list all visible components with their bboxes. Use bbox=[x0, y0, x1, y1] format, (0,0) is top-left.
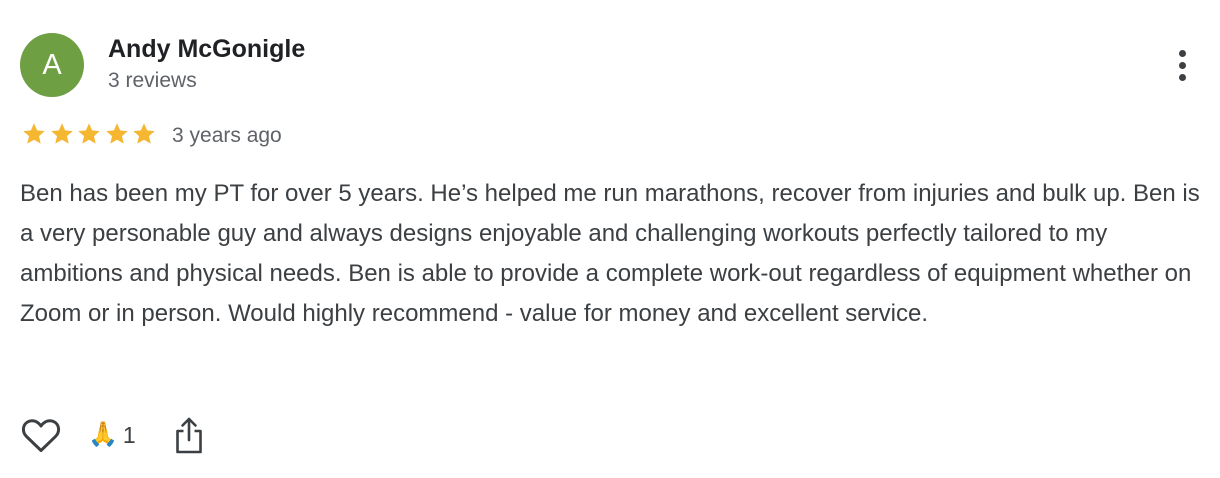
avatar[interactable]: A bbox=[20, 33, 84, 97]
more-vert-icon-dot bbox=[1178, 61, 1186, 69]
review-card: A Andy McGonigle 3 reviews 3 years ago B… bbox=[0, 0, 1220, 478]
review-date: 3 years ago bbox=[172, 124, 282, 147]
more-vert-icon-dot bbox=[1178, 73, 1186, 81]
rating-row: 3 years ago bbox=[20, 121, 420, 149]
star-icon bbox=[23, 123, 45, 144]
reaction-button[interactable]: 🙏 1 bbox=[88, 419, 136, 451]
review-actions: 🙏 1 bbox=[20, 415, 320, 459]
more-options-button[interactable] bbox=[1170, 45, 1194, 85]
author-review-count: 3 reviews bbox=[108, 69, 197, 92]
author-name[interactable]: Andy McGonigle bbox=[108, 34, 305, 64]
praying-hands-icon: 🙏 bbox=[88, 421, 118, 448]
share-button[interactable] bbox=[172, 415, 206, 457]
star-icon bbox=[105, 123, 128, 144]
star-icon bbox=[78, 123, 100, 144]
share-icon bbox=[176, 417, 202, 454]
star-rating bbox=[20, 121, 158, 149]
review-header: A Andy McGonigle 3 reviews bbox=[20, 33, 1200, 97]
heart-outline-icon bbox=[21, 419, 61, 452]
star-icon bbox=[50, 123, 73, 144]
star-icon bbox=[133, 123, 155, 144]
like-button[interactable] bbox=[20, 415, 62, 455]
more-vert-icon bbox=[1178, 49, 1186, 57]
review-text: Ben has been my PT for over 5 years. He’… bbox=[20, 180, 1200, 327]
reaction-count: 1 bbox=[122, 422, 136, 448]
